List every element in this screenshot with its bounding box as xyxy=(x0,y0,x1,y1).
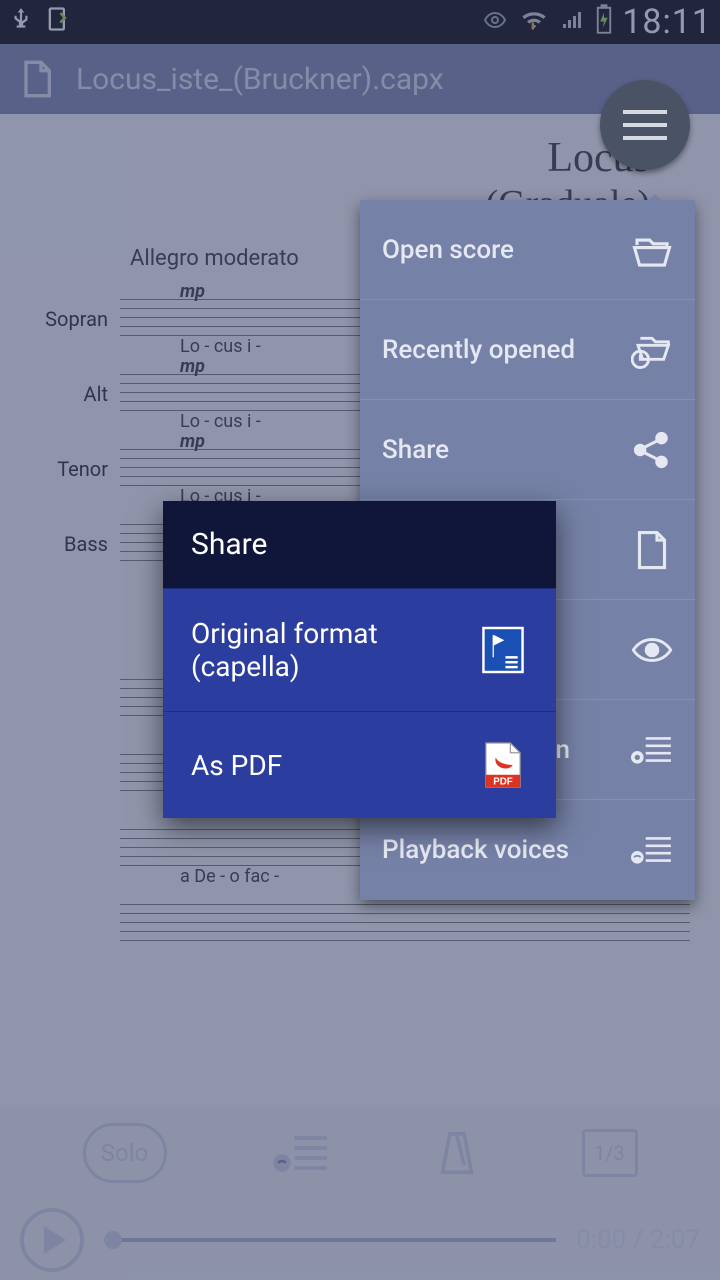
open-icon xyxy=(631,229,673,271)
share-dialog: Share Original format (capella) As PDF P… xyxy=(163,501,556,818)
menu-share[interactable]: Share xyxy=(360,400,695,500)
share-icon xyxy=(631,429,673,471)
option-label: Original format (capella) xyxy=(191,617,478,683)
eye-icon xyxy=(631,629,673,671)
menu-open-score[interactable]: Open score xyxy=(360,200,695,300)
menu-label: Share xyxy=(382,435,631,465)
voice-extraction-icon xyxy=(631,729,673,771)
playback-voices-icon xyxy=(631,829,673,871)
share-pdf-option[interactable]: As PDF PDF xyxy=(163,711,556,818)
recent-icon xyxy=(631,329,673,371)
dialog-title: Share xyxy=(163,501,556,588)
menu-fab[interactable] xyxy=(600,80,690,170)
share-original-option[interactable]: Original format (capella) xyxy=(163,588,556,711)
document-icon xyxy=(631,529,673,571)
svg-text:PDF: PDF xyxy=(493,777,513,788)
menu-label: Open score xyxy=(382,235,631,265)
hamburger-icon xyxy=(623,110,667,140)
menu-recently-opened[interactable]: Recently opened xyxy=(360,300,695,400)
menu-label: Recently opened xyxy=(382,335,631,365)
capella-icon xyxy=(478,625,528,675)
option-label: As PDF xyxy=(191,749,478,782)
menu-label: Playback voices xyxy=(382,835,631,865)
pdf-icon: PDF xyxy=(478,740,528,790)
